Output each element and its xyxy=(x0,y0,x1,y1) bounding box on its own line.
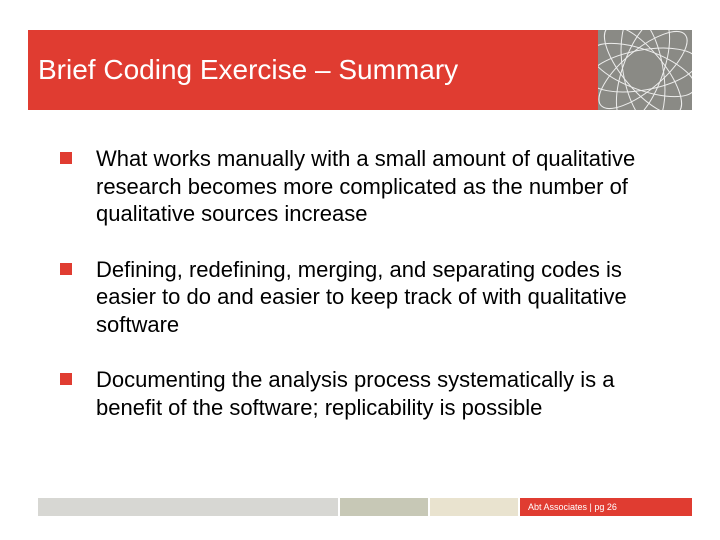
bullet-text: What works manually with a small amount … xyxy=(96,145,680,228)
bullet-item: What works manually with a small amount … xyxy=(60,145,680,228)
footer-block-olive xyxy=(340,498,428,516)
footer-block-cream xyxy=(430,498,518,516)
bullet-text: Documenting the analysis process systema… xyxy=(96,366,680,421)
bullet-square-icon xyxy=(60,263,72,275)
bullet-item: Documenting the analysis process systema… xyxy=(60,366,680,421)
bullet-square-icon xyxy=(60,152,72,164)
footer-attribution: Abt Associates | pg 26 xyxy=(528,502,617,512)
footer-block-accent: Abt Associates | pg 26 xyxy=(520,498,692,516)
bullet-item: Defining, redefining, merging, and separ… xyxy=(60,256,680,339)
logo-box xyxy=(598,30,692,110)
footer-bar: Abt Associates | pg 26 xyxy=(38,498,692,516)
slide-title: Brief Coding Exercise – Summary xyxy=(38,54,458,86)
title-bar: Brief Coding Exercise – Summary xyxy=(28,30,598,110)
content-area: What works manually with a small amount … xyxy=(60,145,680,449)
footer-block-grey xyxy=(38,498,338,516)
slide: Brief Coding Exercise – Summary What wor… xyxy=(0,0,720,540)
bullet-square-icon xyxy=(60,373,72,385)
logo-swirl-icon xyxy=(598,30,692,110)
bullet-text: Defining, redefining, merging, and separ… xyxy=(96,256,680,339)
